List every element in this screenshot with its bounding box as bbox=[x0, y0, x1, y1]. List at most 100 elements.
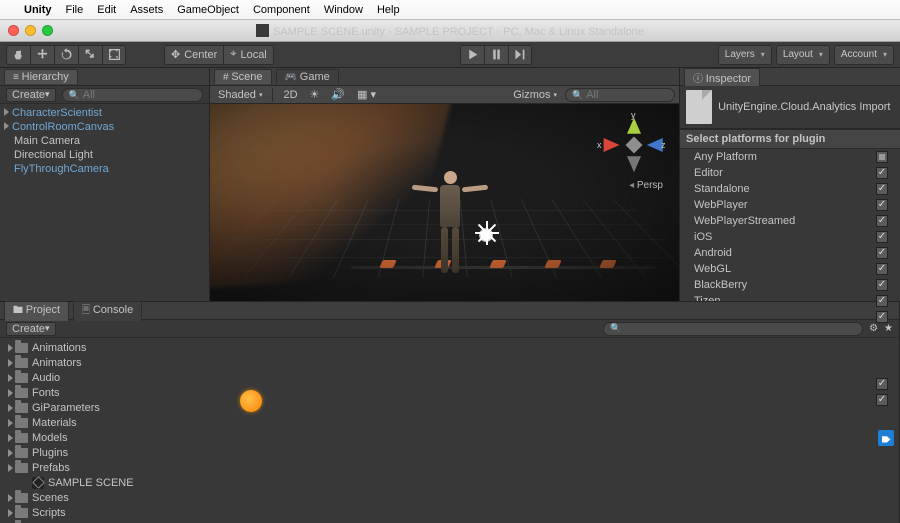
handle-mode[interactable]: ⌖Local bbox=[223, 45, 274, 65]
projection-label[interactable]: Persp bbox=[629, 180, 663, 191]
pivot-handle-toggle: ✥Center ⌖Local bbox=[164, 45, 274, 65]
project-folder[interactable]: Animators bbox=[0, 355, 899, 370]
platform-checkbox[interactable] bbox=[876, 263, 888, 275]
window-title: SAMPLE SCENE.unity - SAMPLE PROJECT - PC… bbox=[0, 24, 900, 38]
project-folder[interactable]: GiParameters bbox=[0, 400, 899, 415]
scene-tab[interactable]: # Scene bbox=[214, 69, 272, 84]
expand-arrow-icon[interactable] bbox=[8, 449, 13, 457]
folder-icon bbox=[15, 388, 28, 398]
platform-checkbox[interactable] bbox=[876, 247, 888, 259]
hierarchy-create-dropdown[interactable]: Create ▾ bbox=[6, 88, 56, 102]
rotate-tool[interactable] bbox=[54, 45, 78, 65]
menu-assets[interactable]: Assets bbox=[130, 4, 163, 16]
expand-arrow-icon[interactable] bbox=[4, 122, 9, 130]
hand-tool[interactable] bbox=[6, 45, 30, 65]
folder-icon bbox=[15, 358, 28, 368]
scene-fx-icon[interactable]: ▦ ▾ bbox=[353, 88, 380, 102]
layout-dropdown[interactable]: Layout bbox=[776, 45, 830, 65]
account-dropdown[interactable]: Account bbox=[834, 45, 894, 65]
move-tool[interactable] bbox=[30, 45, 54, 65]
platform-checkbox[interactable] bbox=[876, 311, 888, 323]
menu-edit[interactable]: Edit bbox=[97, 4, 116, 16]
layers-dropdown[interactable]: Layers bbox=[718, 45, 772, 65]
expand-arrow-icon[interactable] bbox=[8, 404, 13, 412]
orientation-gizmo[interactable]: y x z bbox=[603, 114, 665, 176]
scene-viewport[interactable]: y x z Persp bbox=[210, 104, 679, 301]
platform-row: Standalone bbox=[680, 181, 900, 197]
menu-window[interactable]: Window bbox=[324, 4, 363, 16]
menu-file[interactable]: File bbox=[66, 4, 84, 16]
project-folder[interactable]: Models bbox=[0, 430, 899, 445]
expand-arrow-icon[interactable] bbox=[8, 494, 13, 502]
project-filter-icon[interactable]: ⚙ bbox=[869, 323, 878, 334]
project-folder[interactable]: Scenes bbox=[0, 490, 899, 505]
rect-tool[interactable] bbox=[102, 45, 126, 65]
console-tab[interactable]: 🗏 Console bbox=[73, 301, 142, 321]
expand-arrow-icon[interactable] bbox=[8, 374, 13, 382]
hierarchy-item[interactable]: FlyThroughCamera bbox=[0, 162, 209, 176]
platform-checkbox[interactable] bbox=[876, 295, 888, 307]
project-folder[interactable]: Materials bbox=[0, 415, 899, 430]
project-search[interactable]: 🔍 bbox=[603, 322, 863, 336]
platform-label: WebPlayerStreamed bbox=[694, 215, 876, 227]
project-favorites-icon[interactable]: ★ bbox=[884, 323, 893, 334]
platform-checkbox[interactable] bbox=[876, 199, 888, 211]
menu-gameobject[interactable]: GameObject bbox=[177, 4, 239, 16]
folder-icon bbox=[15, 343, 28, 353]
menu-component[interactable]: Component bbox=[253, 4, 310, 16]
folder-icon bbox=[15, 463, 28, 473]
expand-arrow-icon[interactable] bbox=[8, 344, 13, 352]
pause-button[interactable] bbox=[484, 45, 508, 65]
scene-audio-icon[interactable]: 🔊 bbox=[327, 88, 349, 102]
hierarchy-item[interactable]: ControlRoomCanvas bbox=[0, 120, 209, 134]
scene-search[interactable]: 🔍All bbox=[565, 88, 675, 102]
unity-toolbar: ✥Center ⌖Local Layers Layout Account bbox=[0, 42, 900, 68]
expand-arrow-icon[interactable] bbox=[4, 108, 9, 116]
play-button[interactable] bbox=[460, 45, 484, 65]
platform-checkbox[interactable] bbox=[876, 167, 888, 179]
project-tab[interactable]: 🖿 Project bbox=[4, 301, 69, 321]
expand-arrow-icon[interactable] bbox=[8, 389, 13, 397]
expand-arrow-icon[interactable] bbox=[8, 434, 13, 442]
platform-checkbox[interactable] bbox=[876, 279, 888, 291]
pivot-mode[interactable]: ✥Center bbox=[164, 45, 223, 65]
project-tabbar: 🖿 Project 🗏 Console bbox=[0, 302, 899, 320]
gizmos-dropdown[interactable]: Gizmos bbox=[509, 88, 561, 102]
folder-icon bbox=[15, 433, 28, 443]
menu-help[interactable]: Help bbox=[377, 4, 400, 16]
hierarchy-item[interactable]: Directional Light bbox=[0, 148, 209, 162]
platform-checkbox[interactable] bbox=[876, 151, 888, 163]
project-scene-asset[interactable]: SAMPLE SCENE bbox=[0, 475, 899, 490]
hierarchy-item[interactable]: Main Camera bbox=[0, 134, 209, 148]
scene-lighting-icon[interactable]: ☀ bbox=[306, 88, 324, 102]
inspector-tab[interactable]: ⓘ Inspector bbox=[684, 68, 760, 86]
project-folder[interactable]: Audio bbox=[0, 370, 899, 385]
asset-file-icon bbox=[686, 90, 712, 124]
scale-tool[interactable] bbox=[78, 45, 102, 65]
shading-mode[interactable]: Shaded bbox=[214, 88, 266, 102]
platform-checkbox[interactable] bbox=[876, 215, 888, 227]
platform-checkbox[interactable] bbox=[876, 183, 888, 195]
step-button[interactable] bbox=[508, 45, 532, 65]
project-folder[interactable]: Animations bbox=[0, 340, 899, 355]
scene-asset-icon bbox=[32, 477, 44, 489]
project-folder[interactable]: Fonts bbox=[0, 385, 899, 400]
platform-label: WebPlayer bbox=[694, 199, 876, 211]
toggle-2d[interactable]: 2D bbox=[279, 88, 301, 102]
platform-checkbox[interactable] bbox=[876, 231, 888, 243]
project-folder[interactable]: Scripts bbox=[0, 505, 899, 520]
hierarchy-item[interactable]: CharacterScientist bbox=[0, 106, 209, 120]
expand-arrow-icon[interactable] bbox=[8, 464, 13, 472]
expand-arrow-icon[interactable] bbox=[8, 419, 13, 427]
directional-light-gizmo[interactable] bbox=[473, 222, 499, 248]
expand-arrow-icon[interactable] bbox=[8, 359, 13, 367]
hierarchy-search[interactable]: 🔍All bbox=[62, 88, 203, 102]
expand-arrow-icon[interactable] bbox=[8, 509, 13, 517]
folder-icon bbox=[15, 373, 28, 383]
project-folder[interactable]: Plugins bbox=[0, 445, 899, 460]
project-folder[interactable]: Prefabs bbox=[0, 460, 899, 475]
game-tab[interactable]: 🎮 Game bbox=[276, 69, 339, 84]
project-create-dropdown[interactable]: Create ▾ bbox=[6, 322, 56, 336]
hierarchy-tab[interactable]: ≡ Hierarchy bbox=[4, 69, 78, 84]
app-name[interactable]: Unity bbox=[24, 4, 52, 16]
